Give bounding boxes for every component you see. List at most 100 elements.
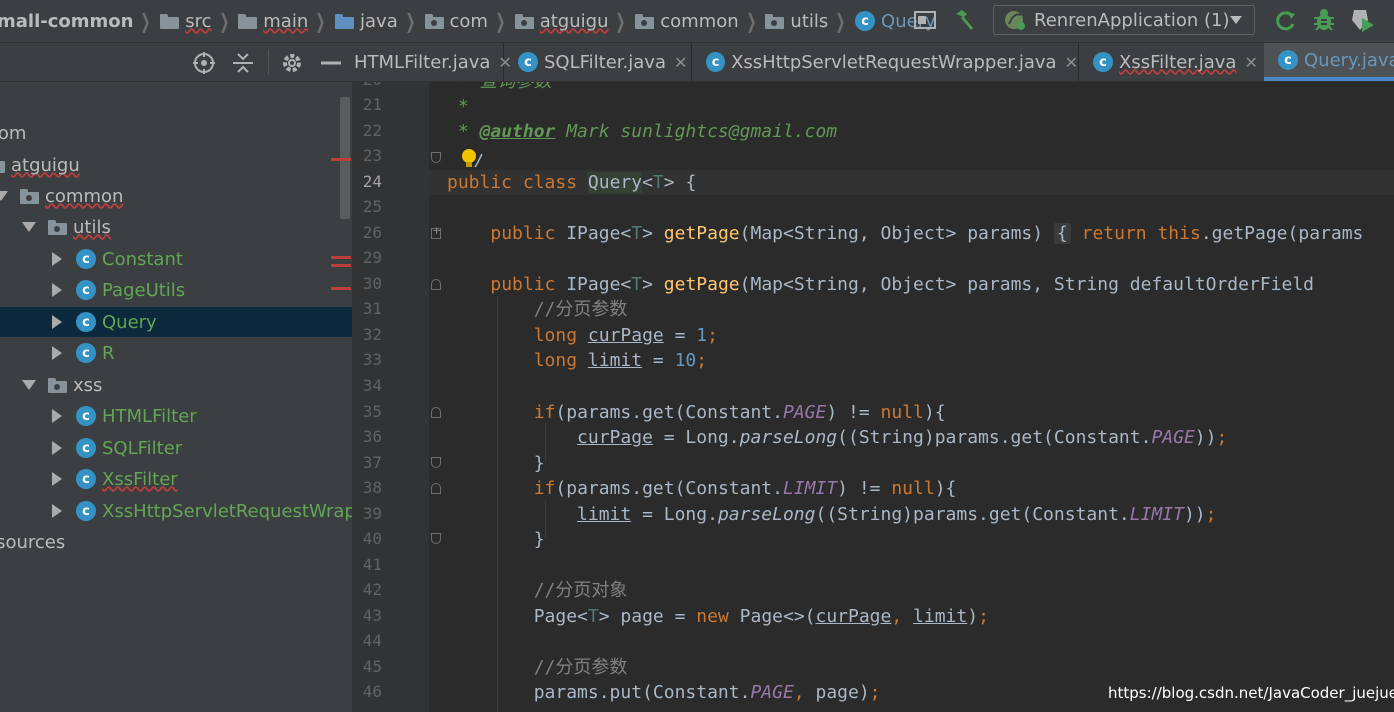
line-number[interactable]: 46 — [352, 682, 382, 701]
tree-item-pageutils[interactable]: c PageUtils — [0, 275, 352, 305]
error-stripe-mark[interactable] — [331, 287, 351, 290]
fold-marker[interactable] — [431, 152, 441, 163]
expand-arrow-right-icon[interactable] — [52, 252, 62, 266]
expand-arrow-right-icon[interactable] — [52, 346, 62, 360]
expand-arrow-right-icon[interactable] — [52, 315, 62, 329]
expand-arrow-right-icon[interactable] — [52, 441, 62, 455]
package-icon — [48, 219, 67, 235]
line-number[interactable]: 32 — [352, 325, 382, 344]
error-stripe-mark[interactable] — [331, 256, 351, 259]
expand-arrow-down-icon[interactable] — [0, 191, 8, 201]
tree-item-common[interactable]: common — [0, 181, 352, 211]
line-number[interactable]: 45 — [352, 657, 382, 676]
line-number[interactable]: 31 — [352, 299, 382, 318]
class-icon: c — [76, 280, 96, 300]
tree-item-xssfilter[interactable]: c XssFilter — [0, 464, 352, 494]
expand-arrow-down-icon[interactable] — [22, 222, 36, 232]
breadcrumb-item-module[interactable]: mall-common — [0, 11, 133, 32]
line-number[interactable]: 42 — [352, 580, 382, 599]
tree-item-atguigu[interactable]: atguigu — [0, 150, 352, 180]
fold-marker[interactable] — [431, 279, 441, 290]
line-number[interactable]: 41 — [352, 555, 382, 574]
expand-arrow-right-icon[interactable] — [52, 504, 62, 518]
fold-marker[interactable] — [431, 483, 441, 494]
run-configuration-dropdown[interactable]: RenrenApplication (1) — [993, 5, 1255, 35]
tree-item-query[interactable]: c Query — [0, 307, 352, 337]
build-hammer-icon[interactable] — [953, 8, 977, 32]
line-number[interactable]: 33 — [352, 350, 382, 369]
tree-item-htmlfilter[interactable]: c HTMLFilter — [0, 401, 352, 431]
structure-icon[interactable] — [914, 10, 936, 30]
line-number[interactable]: 36 — [352, 427, 382, 446]
locate-file-icon[interactable] — [192, 51, 216, 75]
tree-item-r[interactable]: cR — [0, 338, 352, 368]
line-number[interactable]: 30 — [352, 274, 382, 293]
error-stripe-mark[interactable] — [331, 264, 351, 267]
breadcrumb-item-utils[interactable]: utils — [765, 11, 828, 32]
line-number[interactable]: 38 — [352, 478, 382, 497]
line-number[interactable]: 24 — [352, 172, 382, 191]
breadcrumb-separator: ❯ — [835, 9, 846, 33]
tree-item-utils[interactable]: utils — [0, 212, 352, 242]
tab-htmlfilter[interactable]: HTMLFilter.java ✕ — [352, 43, 512, 81]
expand-arrow-right-icon[interactable] — [52, 472, 62, 486]
class-icon: c — [76, 406, 96, 426]
breadcrumb-item-atguigu[interactable]: atguigu — [514, 11, 608, 32]
code-line-36: curPage = Long.parseLong((String)params.… — [577, 427, 1228, 448]
expand-arrow-right-icon[interactable] — [52, 283, 62, 297]
fold-marker[interactable] — [431, 457, 441, 468]
line-number[interactable]: 44 — [352, 631, 382, 650]
gear-icon[interactable] — [280, 51, 304, 75]
line-number[interactable]: 22 — [352, 121, 382, 140]
tab-xsshttpservletrequestwrapper[interactable]: c XssHttpServletRequestWrapper.java ✕ — [692, 43, 1079, 81]
rerun-icon[interactable] — [1274, 8, 1298, 32]
line-number[interactable]: 29 — [352, 248, 382, 267]
code-editor[interactable]: 20 21 22 23 24 25 26 29 30 31 32 33 34 35 36 37 38 39 40 41… — [352, 82, 1394, 712]
fold-marker[interactable] — [431, 407, 441, 418]
line-number[interactable]: 40 — [352, 529, 382, 548]
expand-arrow-down-icon[interactable] — [22, 380, 36, 390]
line-number[interactable]: 37 — [352, 453, 382, 472]
fold-marker[interactable] — [431, 533, 441, 544]
line-number[interactable]: 26 — [352, 223, 382, 242]
line-number[interactable]: 39 — [352, 504, 382, 523]
breadcrumb-item-src[interactable]: src — [160, 11, 212, 32]
fold-expand-marker[interactable] — [431, 224, 441, 239]
line-number[interactable]: 21 — [352, 95, 382, 114]
line-number[interactable]: 20 — [352, 82, 382, 89]
tree-item-constant[interactable]: c Constant — [0, 244, 352, 274]
tree-item-com[interactable]: com — [0, 118, 352, 148]
lightbulb-icon[interactable] — [460, 148, 486, 172]
tree-item-sqlfilter[interactable]: c SQLFilter — [0, 433, 352, 463]
line-number[interactable]: 35 — [352, 402, 382, 421]
class-icon: c — [76, 312, 96, 332]
close-icon[interactable]: ✕ — [674, 53, 687, 72]
collapse-all-icon[interactable] — [231, 51, 255, 75]
folder-icon — [160, 13, 180, 29]
tab-sqlfilter[interactable]: c SQLFilter.java ✕ — [504, 43, 692, 81]
tree-item-resources[interactable]: resources — [0, 527, 352, 557]
line-number[interactable]: 23 — [352, 146, 382, 165]
code-line-30: public IPage<T> getPage(Map<String, Obje… — [490, 274, 1314, 295]
tree-item-xsshttpservletrequestwrapper[interactable]: c XssHttpServletRequestWrapper — [0, 496, 352, 526]
debug-bug-icon[interactable] — [1312, 8, 1336, 32]
breadcrumb-item-java[interactable]: java — [335, 11, 398, 32]
class-icon: c — [855, 11, 876, 31]
tab-xssfilter[interactable]: c XssFilter.java ✕ — [1079, 43, 1265, 81]
line-number[interactable]: 43 — [352, 606, 382, 625]
hide-panel-icon[interactable] — [320, 51, 342, 75]
breadcrumb-item-common[interactable]: common — [635, 11, 739, 32]
error-stripe-mark[interactable] — [331, 158, 351, 161]
tree-item-xss[interactable]: xss — [0, 370, 352, 400]
close-icon[interactable]: ✕ — [1065, 53, 1078, 72]
tab-query[interactable]: c Query.java — [1264, 43, 1394, 81]
run-with-coverage-icon[interactable] — [1350, 8, 1376, 32]
line-number[interactable]: 25 — [352, 197, 382, 216]
expand-arrow-right-icon[interactable] — [52, 409, 62, 423]
breadcrumb-item-com[interactable]: com — [424, 11, 488, 32]
line-number[interactable]: 34 — [352, 376, 382, 395]
breadcrumb-item-main[interactable]: main — [238, 11, 308, 32]
code-line-32: long curPage = 1; — [533, 325, 718, 346]
breadcrumb-separator: ❯ — [746, 9, 757, 33]
close-icon[interactable]: ✕ — [1244, 53, 1257, 72]
